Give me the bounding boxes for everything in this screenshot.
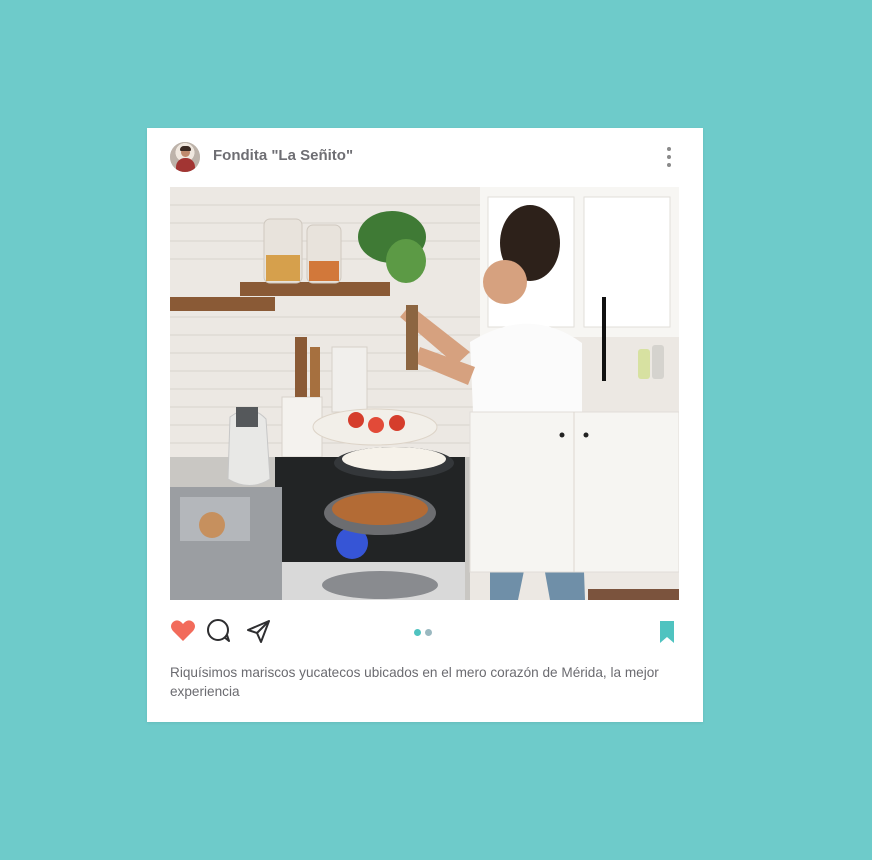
post-header: Fondita "La Señito" xyxy=(147,128,703,186)
post-card: Fondita "La Señito" Riquísimos mariscos … xyxy=(147,128,703,722)
comment-icon[interactable] xyxy=(205,617,233,645)
page-background: Fondita "La Señito" Riquísimos mariscos … xyxy=(0,0,872,860)
carousel-dot xyxy=(425,629,432,636)
carousel-dot-active xyxy=(414,629,421,636)
send-icon[interactable] xyxy=(244,617,272,645)
bookmark-icon[interactable] xyxy=(656,617,684,645)
carousel-indicator xyxy=(414,629,436,637)
post-actions xyxy=(147,613,703,653)
post-username[interactable]: Fondita "La Señito" xyxy=(213,147,353,164)
profile-avatar[interactable] xyxy=(170,142,200,172)
post-caption: Riquísimos mariscos yucatecos ubicados e… xyxy=(170,665,659,699)
more-vertical-icon[interactable] xyxy=(662,144,676,170)
post-photo[interactable] xyxy=(170,187,679,600)
heart-icon[interactable] xyxy=(169,617,197,645)
